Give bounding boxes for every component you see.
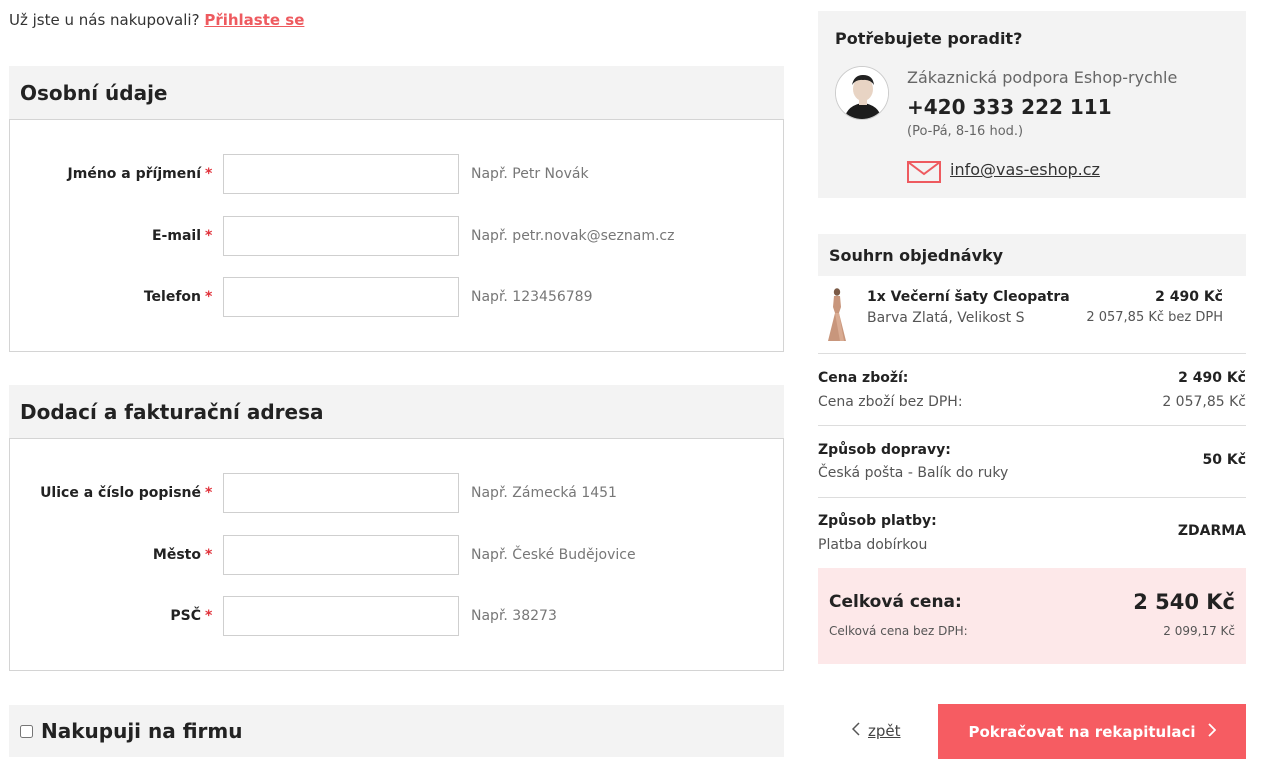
name-label: Jméno a příjmení (67, 166, 201, 182)
goods-price-value: 2 490 Kč (1178, 370, 1246, 386)
payment-label: Způsob platby: (818, 513, 937, 529)
support-email-link[interactable]: info@vas-eshop.cz (950, 160, 1100, 179)
shipping-value: 50 Kč (1202, 452, 1246, 468)
required-mark: * (205, 228, 213, 244)
payment-value: ZDARMA (1177, 523, 1246, 539)
back-label: zpět (868, 722, 901, 740)
phone-row: Telefon * Např. 123456789 (10, 277, 783, 317)
total-net-label: Celková cena bez DPH: (829, 624, 968, 638)
product-thumbnail (822, 287, 852, 347)
street-input[interactable] (223, 473, 459, 513)
help-title: Potřebujete poradit? (835, 29, 1023, 48)
product-name[interactable]: 1x Večerní šaty Cleopatra (867, 289, 1070, 305)
email-hint: Např. petr.novak@seznam.cz (471, 228, 675, 244)
address-section: Ulice a číslo popisné * Např. Zámecká 14… (9, 438, 784, 671)
address-section-title: Dodací a fakturační adresa (9, 385, 784, 439)
email-input[interactable] (223, 216, 459, 256)
payment-row: Způsob platby: Platba dobírkou ZDARMA (818, 498, 1246, 568)
order-summary-title: Souhrn objednávky (818, 234, 1246, 276)
company-checkbox[interactable] (20, 724, 33, 738)
phone-hint: Např. 123456789 (471, 289, 593, 305)
total-panel: Celková cena: 2 540 Kč Celková cena bez … (818, 568, 1246, 664)
city-hint: Např. České Budějovice (471, 547, 636, 563)
summary-product: 1x Večerní šaty Cleopatra Barva Zlatá, V… (818, 276, 1246, 354)
phone-input[interactable] (223, 277, 459, 317)
city-input[interactable] (223, 535, 459, 575)
shipping-row: Způsob dopravy: Česká pošta - Balík do r… (818, 426, 1246, 498)
company-section: Nakupuji na firmu (9, 705, 784, 757)
name-row: Jméno a příjmení * Např. Petr Novák (10, 154, 783, 194)
mail-icon (907, 161, 941, 187)
personal-section: Jméno a příjmení * Např. Petr Novák E-ma… (9, 119, 784, 352)
total-net-value: 2 099,17 Kč (1163, 624, 1235, 638)
goods-price-net-value: 2 057,85 Kč (1162, 394, 1246, 410)
back-link[interactable]: zpět (851, 722, 901, 740)
street-label: Ulice a číslo popisné (40, 485, 201, 501)
city-row: Město * Např. České Budějovice (10, 535, 783, 575)
shipping-label: Způsob dopravy: (818, 442, 951, 458)
total-label: Celková cena: (829, 592, 962, 612)
support-name: Zákaznická podpora Eshop-rychle (907, 68, 1178, 87)
total-value: 2 540 Kč (1133, 590, 1235, 614)
help-panel: Potřebujete poradit? Zákaznická podpora … (818, 11, 1246, 198)
product-price-net: 2 057,85 Kč bez DPH (1086, 310, 1223, 325)
continue-label: Pokračovat na rekapitulaci (968, 722, 1196, 741)
personal-section-title: Osobní údaje (9, 66, 784, 120)
support-phone[interactable]: +420 333 222 111 (907, 95, 1112, 119)
company-label[interactable]: Nakupuji na firmu (41, 719, 242, 743)
goods-price-label: Cena zboží: (818, 370, 909, 386)
product-price: 2 490 Kč (1155, 289, 1223, 305)
email-row: E-mail * Např. petr.novak@seznam.cz (10, 216, 783, 256)
street-hint: Např. Zámecká 1451 (471, 485, 617, 501)
goods-price-row: Cena zboží: 2 490 Kč Cena zboží bez DPH:… (818, 354, 1246, 426)
street-row: Ulice a číslo popisné * Např. Zámecká 14… (10, 473, 783, 513)
required-mark: * (205, 547, 213, 563)
zip-row: PSČ * Např. 38273 (10, 596, 783, 636)
chevron-left-icon (851, 722, 860, 740)
login-question: Už jste u nás nakupovali? (9, 11, 200, 29)
support-hours: (Po-Pá, 8-16 hod.) (907, 124, 1024, 139)
required-mark: * (205, 608, 213, 624)
email-label: E-mail (151, 228, 201, 244)
zip-label: PSČ (170, 608, 201, 624)
payment-method: Platba dobírkou (818, 537, 928, 553)
support-avatar (835, 66, 889, 120)
continue-button[interactable]: Pokračovat na rekapitulaci (938, 704, 1246, 759)
goods-price-net-label: Cena zboží bez DPH: (818, 394, 963, 410)
required-mark: * (205, 289, 213, 305)
phone-label: Telefon (143, 289, 201, 305)
zip-input[interactable] (223, 596, 459, 636)
login-link[interactable]: Přihlaste se (204, 11, 304, 29)
city-label: Město (152, 547, 201, 563)
required-mark: * (205, 166, 213, 182)
name-input[interactable] (223, 154, 459, 194)
shipping-method: Česká pošta - Balík do ruky (818, 465, 1009, 481)
login-prompt: Už jste u nás nakupovali? Přihlaste se (9, 11, 304, 29)
product-variant: Barva Zlatá, Velikost S (867, 310, 1025, 326)
chevron-right-icon (1207, 722, 1216, 741)
required-mark: * (205, 485, 213, 501)
name-hint: Např. Petr Novák (471, 166, 589, 182)
zip-hint: Např. 38273 (471, 608, 557, 624)
